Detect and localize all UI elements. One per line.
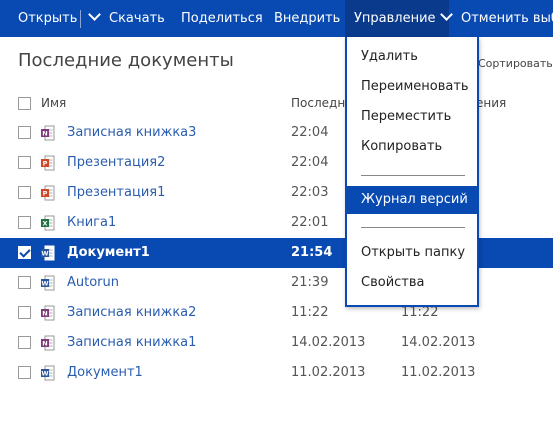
menu-item-open-folder[interactable]: Открыть папку	[347, 239, 477, 267]
row-checkbox[interactable]	[18, 186, 31, 199]
word-file-icon: W	[41, 365, 55, 381]
menu-item-delete[interactable]: Удалить	[347, 43, 477, 71]
document-name-link[interactable]: Записная книжка2	[67, 298, 196, 328]
manage-button[interactable]: Управление	[345, 0, 453, 37]
svg-text:N: N	[42, 130, 47, 138]
onenote-file-icon: N	[41, 335, 55, 351]
document-row[interactable]: N Записная книжка1 14.02.2013 14.02.2013	[0, 328, 553, 358]
document-modified: 22:03	[291, 185, 329, 200]
svg-text:N: N	[42, 340, 47, 348]
open-dropdown-button[interactable]	[84, 0, 101, 37]
document-name-link[interactable]: Презентация2	[67, 148, 165, 178]
document-name-link[interactable]: Записная книжка3	[67, 118, 196, 148]
onenote-file-icon: N	[41, 305, 55, 321]
row-checkbox[interactable]	[18, 366, 31, 379]
svg-text:W: W	[41, 280, 48, 288]
document-name-link[interactable]: Книга1	[67, 208, 116, 238]
document-name-link[interactable]: Записная книжка1	[67, 328, 196, 358]
powerpoint-file-icon: P	[41, 185, 55, 201]
chevron-down-icon	[88, 8, 101, 21]
menu-item-version-history[interactable]: Журнал версий	[347, 186, 477, 214]
menu-item-copy[interactable]: Копировать	[347, 133, 477, 161]
svg-text:X: X	[42, 220, 47, 228]
row-checkbox[interactable]	[18, 336, 31, 349]
document-name-link[interactable]: Autorun	[67, 268, 119, 298]
svg-text:W: W	[41, 250, 48, 258]
clear-selection-button[interactable]: Отменить выбор	[461, 0, 553, 37]
manage-menu: Удалить Переименовать Переместить Копиро…	[345, 37, 479, 307]
svg-text:P: P	[43, 190, 48, 198]
document-modified: 11.02.2013	[291, 365, 366, 380]
chevron-down-icon	[439, 8, 453, 21]
row-checkbox[interactable]	[18, 246, 31, 259]
menu-item-properties[interactable]: Свойства	[347, 269, 477, 297]
svg-text:N: N	[42, 310, 47, 318]
document-name-link[interactable]: Презентация1	[67, 178, 165, 208]
row-checkbox[interactable]	[18, 126, 31, 139]
document-modified: 22:04	[291, 125, 329, 140]
row-checkbox[interactable]	[18, 156, 31, 169]
page-title: Последние документы	[18, 50, 234, 71]
open-button[interactable]: Открыть	[18, 0, 77, 37]
document-row[interactable]: W Документ1 11.02.2013 11.02.2013	[0, 358, 553, 388]
document-name-link[interactable]: Документ1	[67, 358, 143, 388]
row-checkbox[interactable]	[18, 216, 31, 229]
powerpoint-file-icon: P	[41, 155, 55, 171]
column-header-modified[interactable]: Последн	[291, 96, 345, 110]
onenote-file-icon: N	[41, 125, 55, 141]
document-modified: 11:22	[291, 305, 329, 320]
sort-dropdown[interactable]: Сортировать п	[478, 57, 553, 70]
document-modified-by: 11.02.2013	[401, 365, 476, 380]
row-checkbox[interactable]	[18, 276, 31, 289]
word-file-icon: W	[41, 275, 55, 291]
document-name-link[interactable]: Документ1	[67, 238, 150, 268]
word-file-icon: W	[41, 245, 55, 261]
document-modified-by: 14.02.2013	[401, 335, 476, 350]
document-modified: 21:39	[291, 275, 329, 290]
command-bar: Открыть Скачать Поделиться Внедрить Упра…	[0, 0, 553, 37]
document-modified: 22:04	[291, 155, 329, 170]
document-modified: 14.02.2013	[291, 335, 366, 350]
select-all-checkbox[interactable]	[18, 97, 31, 110]
column-header-modified-by[interactable]: ения	[476, 96, 506, 110]
share-button[interactable]: Поделиться	[181, 0, 263, 37]
menu-item-move[interactable]: Переместить	[347, 103, 477, 131]
svg-text:P: P	[43, 160, 48, 168]
svg-text:W: W	[41, 370, 48, 378]
menu-divider	[361, 175, 465, 176]
split-divider	[80, 10, 81, 28]
download-button[interactable]: Скачать	[109, 0, 165, 37]
excel-file-icon: X	[41, 215, 55, 231]
document-modified: 22:01	[291, 215, 329, 230]
column-header-name[interactable]: Имя	[41, 96, 66, 110]
menu-item-rename[interactable]: Переименовать	[347, 73, 477, 101]
row-checkbox[interactable]	[18, 306, 31, 319]
menu-divider	[361, 227, 465, 228]
checkmark-icon	[19, 246, 31, 258]
manage-label: Управление	[354, 11, 436, 26]
embed-button[interactable]: Внедрить	[274, 0, 340, 37]
document-modified: 21:54	[291, 245, 333, 260]
